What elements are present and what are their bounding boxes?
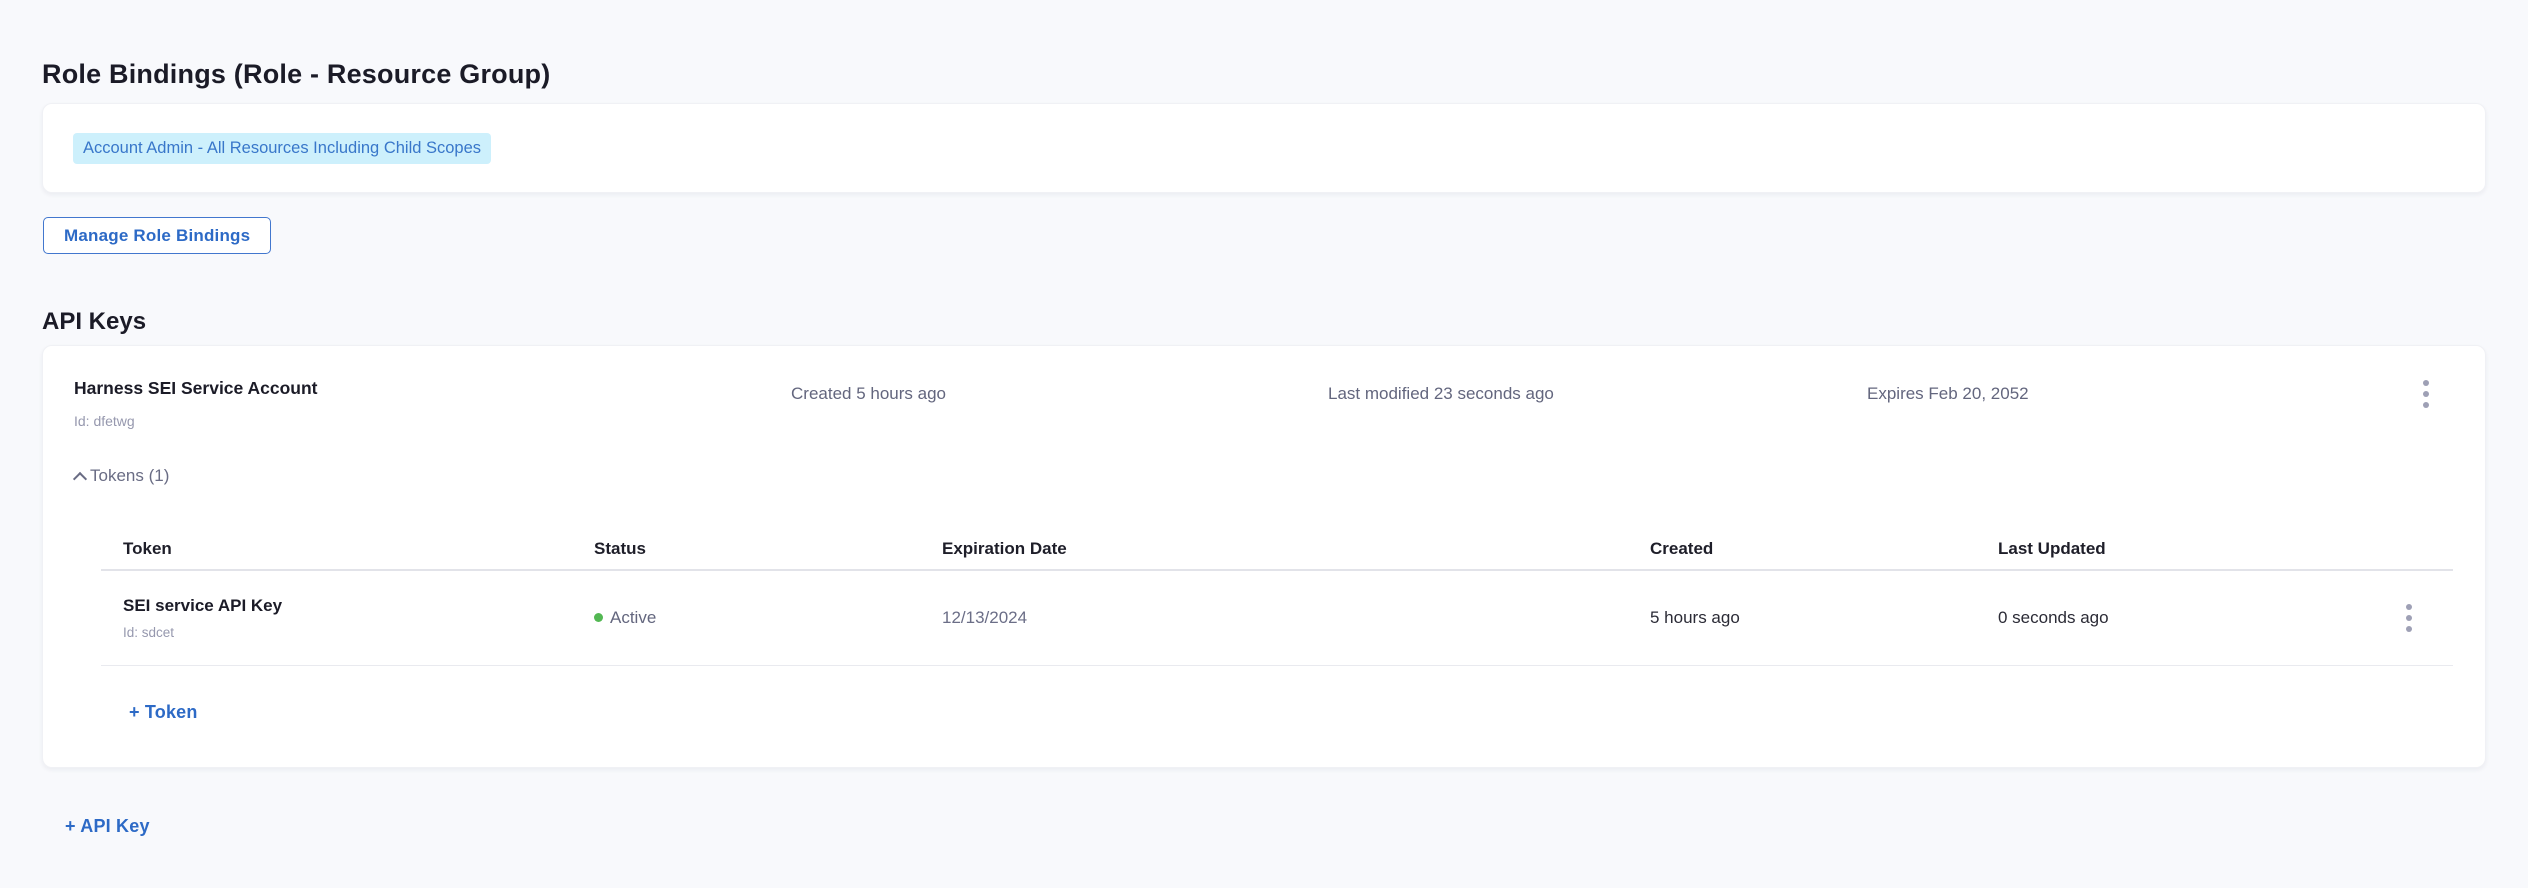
token-name-cell: SEI service API Key Id: sdcet	[101, 596, 594, 640]
col-header-status: Status	[594, 539, 942, 559]
col-header-expiration-date: Expiration Date	[942, 539, 1650, 559]
token-status-cell: Active	[594, 608, 942, 628]
api-key-id: Id: dfetwg	[74, 413, 135, 429]
manage-role-bindings-button[interactable]: Manage Role Bindings	[43, 217, 271, 254]
kebab-dot	[2423, 380, 2429, 386]
token-status-label: Active	[610, 608, 656, 628]
role-bindings-heading: Role Bindings (Role - Resource Group)	[42, 59, 550, 90]
chevron-up-icon	[73, 471, 87, 485]
tokens-table: Token Status Expiration Date Created Las…	[101, 512, 2453, 666]
role-bindings-card: Account Admin - All Resources Including …	[42, 103, 2486, 193]
service-account-details-page: Role Bindings (Role - Resource Group) Ac…	[0, 0, 2528, 888]
role-binding-tag[interactable]: Account Admin - All Resources Including …	[73, 133, 491, 164]
token-kebab-menu-icon[interactable]	[2398, 601, 2420, 635]
api-key-expires-text: Expires Feb 20, 2052	[1867, 384, 2029, 404]
add-api-key-button[interactable]: + API Key	[65, 816, 150, 837]
col-header-last-updated: Last Updated	[1998, 539, 2404, 559]
tokens-collapse-toggle[interactable]: Tokens (1)	[75, 466, 169, 486]
add-token-button[interactable]: + Token	[129, 702, 198, 723]
tokens-table-header-row: Token Status Expiration Date Created Las…	[101, 512, 2453, 569]
status-active-dot-icon	[594, 613, 603, 622]
api-key-name: Harness SEI Service Account	[74, 378, 318, 399]
token-last-updated: 0 seconds ago	[1998, 608, 2404, 628]
col-header-token: Token	[101, 539, 594, 559]
api-key-last-modified-text: Last modified 23 seconds ago	[1328, 384, 1554, 404]
tokens-toggle-label: Tokens (1)	[90, 466, 169, 486]
kebab-dot	[2406, 626, 2412, 632]
api-key-kebab-menu-icon[interactable]	[2415, 377, 2437, 411]
api-keys-heading: API Keys	[42, 309, 146, 335]
kebab-dot	[2423, 402, 2429, 408]
token-expiration-date: 12/13/2024	[942, 608, 1650, 628]
token-name: SEI service API Key	[123, 596, 594, 616]
api-key-created-text: Created 5 hours ago	[791, 384, 946, 404]
token-table-row: SEI service API Key Id: sdcet Active 12/…	[101, 571, 2453, 665]
col-header-created: Created	[1650, 539, 1998, 559]
token-created: 5 hours ago	[1650, 608, 1998, 628]
kebab-dot	[2423, 391, 2429, 397]
token-id: Id: sdcet	[123, 625, 594, 640]
row-divider	[101, 665, 2453, 666]
api-key-card: Harness SEI Service Account Id: dfetwg C…	[42, 345, 2486, 768]
kebab-dot	[2406, 615, 2412, 621]
kebab-dot	[2406, 604, 2412, 610]
